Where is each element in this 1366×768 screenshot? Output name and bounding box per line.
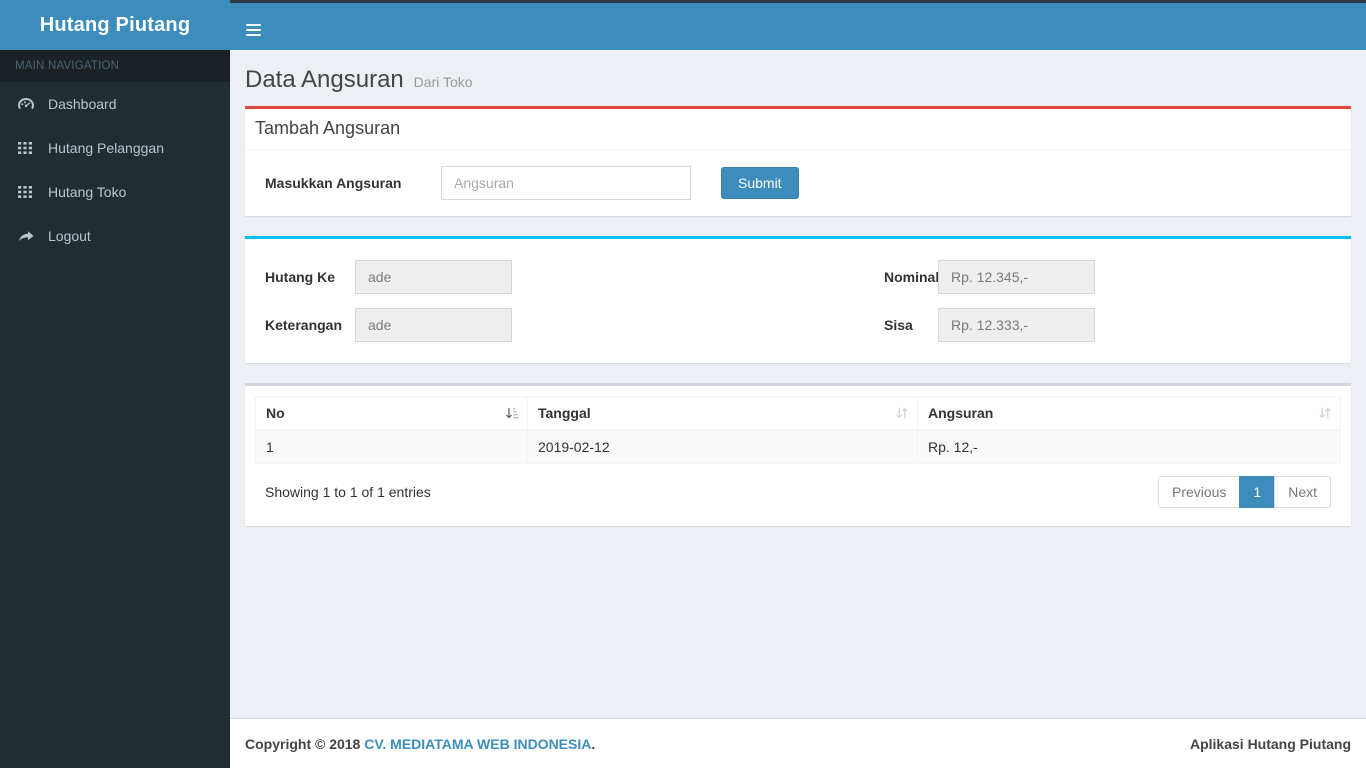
sidebar-item-hutang-toko[interactable]: Hutang Toko <box>0 170 230 214</box>
grid-icon <box>18 184 38 200</box>
add-installment-box-body: Masukkan Angsuran Submit <box>245 150 1351 216</box>
sidebar-item-label: Hutang Pelanggan <box>48 140 164 156</box>
debt-detail-row-nominal: Nominal <box>798 253 1341 301</box>
nominal-value <box>938 259 1095 294</box>
sort-desc-icon <box>505 406 519 420</box>
page-title: Data Angsuran <box>245 66 404 93</box>
top-header-inner <box>230 0 1366 50</box>
sidebar-nav-list: Dashboard Hutang Pelanggan Hutang Toko L… <box>0 82 230 258</box>
debt-detail-row-keterangan: Keterangan <box>255 301 798 349</box>
keterangan-value <box>355 307 512 342</box>
installment-input[interactable] <box>441 165 691 200</box>
sort-both-icon <box>1318 406 1332 420</box>
add-installment-box-header: Tambah Angsuran <box>245 109 1351 150</box>
sidebar-item-logout[interactable]: Logout <box>0 214 230 258</box>
footer-copyright: Copyright © 2018 CV. MEDIATAMA WEB INDON… <box>245 736 595 752</box>
pagination: Previous 1 Next <box>1157 475 1331 508</box>
debt-detail-grid: Hutang Ke Keterangan Nominal <box>255 249 1341 353</box>
sidebar-item-label: Dashboard <box>48 96 117 112</box>
keterangan-label: Keterangan <box>265 316 343 333</box>
sisa-value <box>938 307 1095 342</box>
installment-field-label: Masukkan Angsuran <box>265 174 402 191</box>
submit-button[interactable]: Submit <box>721 166 799 199</box>
cell-tanggal: 2019-02-12 <box>527 429 918 464</box>
grid-icon <box>18 140 38 156</box>
hutang-ke-label: Hutang Ke <box>265 268 335 285</box>
table-row: 1 2019-02-12 Rp. 12,- <box>255 429 1341 464</box>
top-header <box>230 0 1366 50</box>
nominal-label: Nominal <box>884 268 940 285</box>
footer-company-link[interactable]: CV. MEDIATAMA WEB INDONESIA <box>364 736 591 752</box>
dashboard-icon <box>18 96 38 112</box>
content-header: Data Angsuran Dari Toko <box>230 50 1366 106</box>
cell-no: 1 <box>255 429 528 464</box>
hamburger-icon <box>246 21 261 39</box>
debt-detail-row-sisa: Sisa <box>798 301 1341 349</box>
pagination-page-1-button[interactable]: 1 <box>1239 475 1275 508</box>
column-header-tanggal-label: Tanggal <box>538 404 591 421</box>
app-root: Hutang Piutang MAIN NAVIGATION Dashboard <box>0 0 1366 768</box>
hutang-ke-value <box>355 259 512 294</box>
installments-table-body: No Tanggal Angsuran 1 2019-02-12 Rp. 12,… <box>245 386 1351 526</box>
add-installment-box: Tambah Angsuran Masukkan Angsuran Submit <box>245 106 1351 216</box>
sidebar-item-label: Logout <box>48 228 91 244</box>
sidebar-toggle-button[interactable] <box>230 6 277 53</box>
debt-detail-box: Hutang Ke Keterangan Nominal <box>245 235 1351 363</box>
logout-arrow-icon <box>18 228 38 244</box>
content-area: Data Angsuran Dari Toko Tambah Angsuran … <box>230 50 1366 718</box>
column-header-no[interactable]: No <box>255 396 528 431</box>
column-header-angsuran[interactable]: Angsuran <box>917 396 1341 431</box>
pagination-previous-button[interactable]: Previous <box>1157 475 1240 508</box>
pagination-next-button[interactable]: Next <box>1274 475 1331 508</box>
sidebar: Hutang Piutang MAIN NAVIGATION Dashboard <box>0 0 230 768</box>
sidebar-item-hutang-pelanggan[interactable]: Hutang Pelanggan <box>0 126 230 170</box>
brand-logo[interactable]: Hutang Piutang <box>0 0 230 50</box>
column-header-angsuran-label: Angsuran <box>928 404 994 421</box>
debt-detail-left-column: Hutang Ke Keterangan <box>255 253 798 349</box>
sidebar-section-label: MAIN NAVIGATION <box>0 50 230 82</box>
sidebar-item-label: Hutang Toko <box>48 184 127 200</box>
brand-title: Hutang Piutang <box>39 13 191 36</box>
footer-copyright-prefix: Copyright © 2018 <box>245 735 361 752</box>
table-footer: Showing 1 to 1 of 1 entries Previous 1 N… <box>255 464 1341 516</box>
table-entries-info: Showing 1 to 1 of 1 entries <box>265 483 431 500</box>
footer-app-name: Aplikasi Hutang Piutang <box>1189 735 1351 752</box>
cell-angsuran: Rp. 12,- <box>917 429 1341 464</box>
debt-detail-right-column: Nominal Sisa <box>798 253 1341 349</box>
debt-detail-box-body: Hutang Ke Keterangan Nominal <box>245 239 1351 363</box>
add-installment-title: Tambah Angsuran <box>255 118 401 138</box>
installment-form-row: Masukkan Angsuran Submit <box>255 160 1341 206</box>
installments-table-body-rows: 1 2019-02-12 Rp. 12,- <box>255 429 1341 464</box>
installments-table-head: No Tanggal Angsuran <box>255 396 1341 431</box>
sisa-label: Sisa <box>884 316 913 333</box>
content-sections: Tambah Angsuran Masukkan Angsuran Submit <box>230 106 1366 526</box>
footer-copyright-suffix: . <box>591 735 596 752</box>
table-header-row: No Tanggal Angsuran <box>255 396 1341 431</box>
column-header-no-label: No <box>266 404 285 421</box>
page-footer: Copyright © 2018 CV. MEDIATAMA WEB INDON… <box>230 718 1366 768</box>
page-subtitle: Dari Toko <box>413 74 473 90</box>
installments-table: No Tanggal Angsuran 1 2019-02-12 Rp. 12,… <box>255 395 1341 464</box>
debt-detail-row-hutang-ke: Hutang Ke <box>255 253 798 301</box>
sidebar-item-dashboard[interactable]: Dashboard <box>0 82 230 126</box>
sort-both-icon <box>895 406 909 420</box>
installments-table-box: No Tanggal Angsuran 1 2019-02-12 Rp. 12,… <box>245 382 1351 526</box>
column-header-tanggal[interactable]: Tanggal <box>527 396 918 431</box>
